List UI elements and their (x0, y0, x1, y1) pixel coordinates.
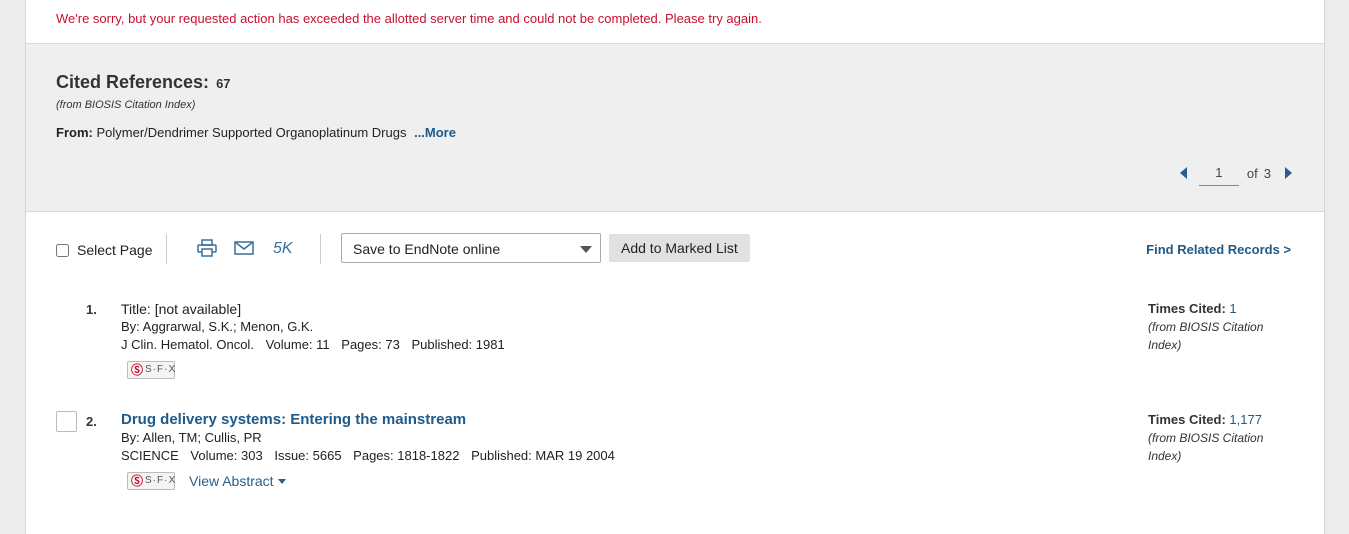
times-cited-source: (from BIOSIS Citation Index) (1148, 320, 1264, 352)
sfx-icon: Ⓢ (131, 363, 145, 377)
record-authors: By: Aggrarwal, S.K.; Menon, G.K. (121, 319, 314, 334)
record-body: Drug delivery systems: Entering the main… (121, 411, 623, 490)
record-issue: Issue: 5665 (274, 448, 342, 463)
caret-down-icon (277, 478, 286, 484)
record-journal: J Clin. Hematol. Oncol. (121, 337, 254, 352)
record-pages: Pages: 1818-1822 (353, 448, 460, 463)
record-title: Title: [not available] (121, 301, 242, 317)
sfx-button[interactable]: Ⓢ S·F·X (127, 361, 175, 379)
email-icon[interactable] (234, 241, 254, 260)
sfx-label: S·F·X (145, 475, 177, 486)
record-volume: Volume: 11 (265, 337, 330, 352)
times-cited: Times Cited: 1 (from BIOSIS Citation Ind… (1148, 300, 1288, 354)
view-abstract-toggle[interactable]: View Abstract (189, 472, 286, 490)
summary-from: From: Polymer/Dendrimer Supported Organo… (56, 125, 1294, 140)
record-actions: Ⓢ S·F·X View Abstract (127, 472, 623, 490)
results-toolbar: Select Page 5K Save to EndNote online Ad… (26, 233, 1324, 265)
pager-total: 3 (1263, 165, 1271, 181)
sfx-button[interactable]: Ⓢ S·F·X (127, 472, 175, 490)
times-cited-link[interactable]: 1,177 (1229, 412, 1262, 427)
record-volume: Volume: 303 (190, 448, 263, 463)
record-meta: SCIENCE Volume: 303 Issue: 5665 Pages: 1… (121, 447, 623, 465)
page-container: We're sorry, but your requested action h… (25, 0, 1325, 534)
arrow-right-icon[interactable] (1285, 167, 1292, 179)
times-cited-source: (from BIOSIS Citation Index) (1148, 431, 1264, 463)
arrow-left-icon[interactable] (1179, 167, 1187, 179)
record-number: 2. (86, 414, 97, 429)
pager-of-label: of (1246, 165, 1258, 181)
print-icon[interactable] (197, 239, 217, 262)
record-checkbox[interactable] (56, 411, 77, 432)
summary-title-label: Cited References: (56, 72, 210, 92)
select-page[interactable]: Select Page (56, 242, 153, 258)
summary-section: Cited References: 67 (from BIOSIS Citati… (26, 44, 1324, 212)
select-page-label: Select Page (77, 242, 153, 258)
from-value: Polymer/Dendrimer Supported Organoplatin… (96, 125, 407, 140)
caret-down-icon (580, 246, 592, 253)
times-cited-label: Times Cited: (1148, 412, 1226, 427)
record-pages: Pages: 73 (341, 337, 400, 352)
record-number: 1. (86, 302, 97, 317)
pager: of 3 (1179, 160, 1292, 186)
record-meta: J Clin. Hematol. Oncol. Volume: 11 Pages… (121, 336, 513, 354)
sfx-label: S·F·X (145, 364, 177, 375)
summary-count: 67 (216, 76, 231, 91)
times-cited-label: Times Cited: (1148, 301, 1226, 316)
record-actions: Ⓢ S·F·X (127, 361, 513, 379)
times-cited-link[interactable]: 1 (1229, 301, 1236, 316)
error-message: We're sorry, but your requested action h… (26, 0, 1324, 44)
summary-title: Cited References: 67 (56, 72, 1294, 93)
record-body: Title: [not available] By: Aggrarwal, S.… (121, 300, 513, 379)
page-number-input[interactable] (1198, 160, 1239, 186)
record-journal: SCIENCE (121, 448, 179, 463)
toolbar-divider (320, 234, 321, 264)
find-related-records-link[interactable]: Find Related Records > (1146, 242, 1291, 257)
add-to-marked-list-button[interactable]: Add to Marked List (609, 234, 750, 262)
record-authors: By: Allen, TM; Cullis, PR (121, 430, 262, 445)
record-title-link[interactable]: Drug delivery systems: Entering the main… (121, 411, 623, 429)
5k-export-button[interactable]: 5K (273, 240, 293, 258)
times-cited: Times Cited: 1,177 (from BIOSIS Citation… (1148, 411, 1288, 465)
view-abstract-label: View Abstract (189, 473, 274, 489)
from-label: From: (56, 125, 93, 140)
select-page-checkbox[interactable] (56, 243, 69, 257)
sfx-icon: Ⓢ (131, 474, 145, 488)
summary-source: (from BIOSIS Citation Index) (56, 99, 196, 111)
record-published: Published: MAR 19 2004 (471, 448, 615, 463)
record-published: Published: 1981 (411, 337, 505, 352)
more-link[interactable]: ...More (414, 125, 456, 140)
toolbar-divider (166, 234, 167, 264)
save-to-selected-option: Save to EndNote online (353, 241, 501, 257)
save-to-select[interactable]: Save to EndNote online (341, 233, 601, 263)
